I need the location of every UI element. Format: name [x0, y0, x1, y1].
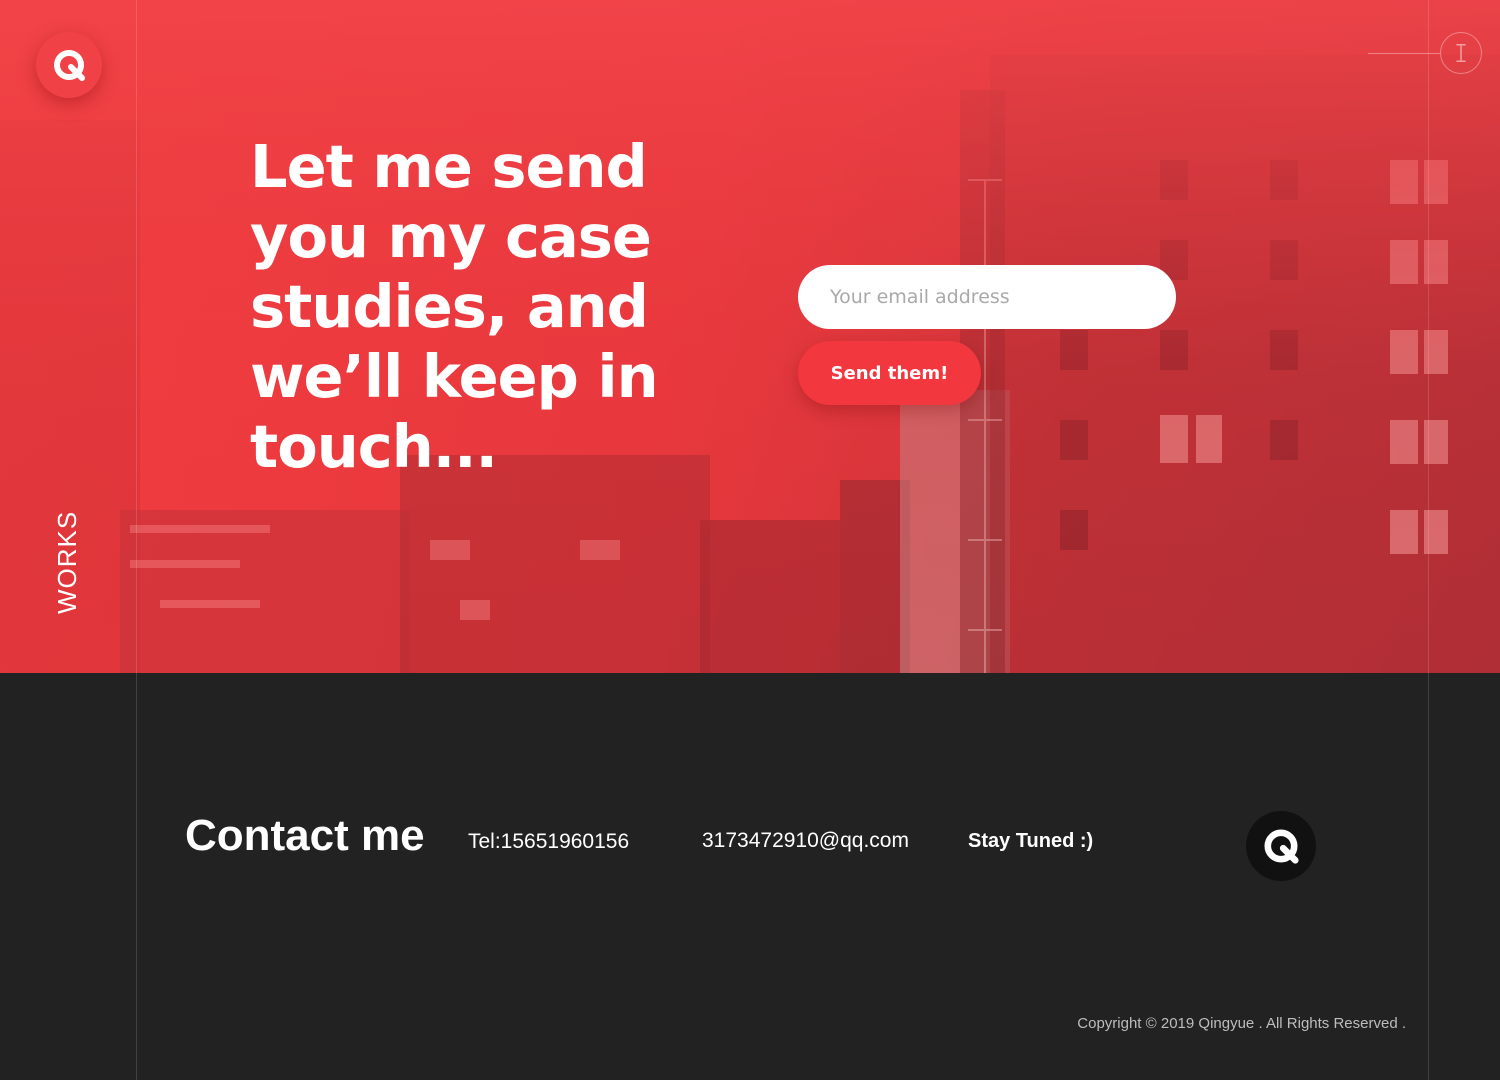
works-side-label[interactable]: WORKS [52, 511, 83, 614]
footer: Contact me Tel:15651960156 3173472910@qq… [0, 673, 1500, 1080]
send-button[interactable]: Send them! [798, 341, 981, 405]
phone-number[interactable]: Tel:15651960156 [468, 830, 629, 854]
guide-line-left [136, 0, 137, 1080]
copyright-text: Copyright © 2019 Qingyue . All Rights Re… [1077, 1015, 1406, 1032]
stay-tuned-text: Stay Tuned :) [968, 830, 1094, 852]
guide-line-right [1428, 0, 1429, 1080]
contact-title: Contact me [185, 811, 425, 860]
email-link[interactable]: 3173472910@qq.com [702, 829, 909, 853]
q-logo-icon [1264, 829, 1299, 864]
q-logo-icon [54, 50, 85, 81]
hero-section: WORKS Let me send you my case studies, a… [0, 0, 1500, 673]
footer-logo[interactable] [1246, 811, 1316, 881]
email-input[interactable] [798, 265, 1176, 329]
logo-button[interactable] [36, 32, 102, 98]
cursor-icon[interactable] [1440, 32, 1482, 74]
text-cursor-icon [1456, 44, 1466, 62]
hero-headline: Let me send you my case studies, and we’… [250, 132, 659, 481]
city-background-image [0, 0, 1500, 673]
cursor-connector-line [1368, 53, 1440, 54]
